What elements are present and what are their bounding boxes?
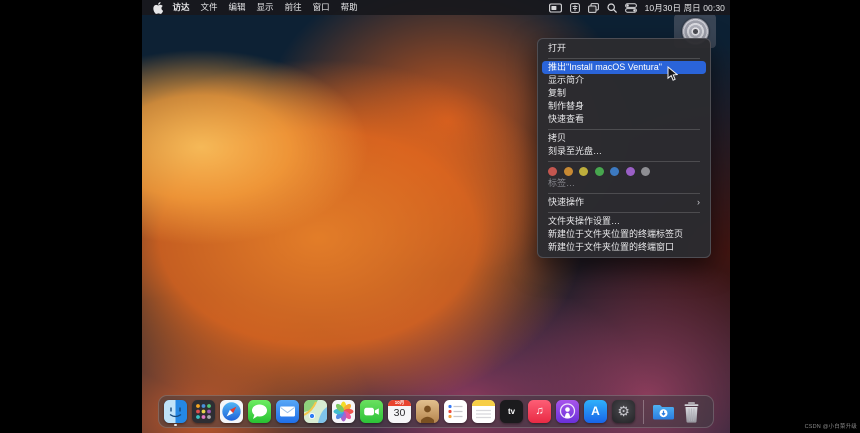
dock-icon-photos[interactable] [332,400,355,423]
menu-item-make-alias[interactable]: 制作替身 [538,100,710,113]
tag-yellow[interactable] [579,167,588,176]
calendar-day-label: 30 [388,406,411,420]
menu-item-open[interactable]: 打开 [538,42,710,55]
dock-icon-finder[interactable] [164,400,187,423]
menu-separator [548,58,700,59]
menu-item-eject[interactable]: 推出"Install macOS Ventura" [542,61,706,74]
dock-icon-downloads-folder[interactable] [652,400,675,423]
dock-icon-launchpad[interactable] [192,400,215,423]
dock-icon-calendar[interactable]: 10月 30 [388,400,411,423]
watermark: CSDN @小白菜升级 [805,422,857,430]
menu-item-quick-actions[interactable]: 快速操作 › [538,196,710,209]
dock-icon-app-store[interactable]: A [584,400,607,423]
tag-gray[interactable] [641,167,650,176]
menubar-clock[interactable]: 10月30日 周日 00:30 [645,2,725,14]
dock-icon-music[interactable]: ♫ [528,400,551,423]
menu-bar: 访达 文件 编辑 显示 前往 窗口 帮助 10月30日 周日 00:30 [142,0,730,15]
dock-icon-podcasts[interactable] [556,400,579,423]
quick-actions-label: 快速操作 [548,196,584,209]
spotlight-search-icon[interactable] [607,3,617,13]
dock-separator [643,400,644,424]
apple-logo-icon [153,2,163,14]
stage-manager-icon[interactable] [588,3,599,13]
dock-icon-reminders[interactable] [444,400,467,423]
menubar-item-edit[interactable]: 编辑 [223,0,251,15]
menu-separator [548,129,700,130]
menu-item-tags: 标签… [538,177,710,190]
dock-icon-safari[interactable] [220,400,243,423]
tag-red[interactable] [548,167,557,176]
desktop[interactable]: 访达 文件 编辑 显示 前往 窗口 帮助 10月30日 周日 00:30 [142,0,730,433]
finder-running-indicator [174,424,177,427]
context-menu: 打开 推出"Install macOS Ventura" 显示简介 复制 制作替… [537,38,711,258]
menubar-item-finder[interactable]: 访达 [167,0,195,15]
menubar-item-file[interactable]: 文件 [195,0,223,15]
mouse-cursor [667,66,678,87]
dock-icon-tv[interactable]: tv [500,400,523,423]
dock-icon-notes[interactable] [472,400,495,423]
tag-purple[interactable] [626,167,635,176]
control-center-icon[interactable] [625,3,637,13]
menu-separator [548,193,700,194]
menu-item-new-terminal-tab[interactable]: 新建位于文件夹位置的终端标签页 [538,228,710,241]
dock-icon-mail[interactable] [276,400,299,423]
screen-mirroring-icon[interactable] [549,3,562,13]
dock-icon-trash[interactable] [680,400,703,423]
tag-orange[interactable] [564,167,573,176]
menu-item-copy[interactable]: 拷贝 [538,132,710,145]
menubar-status-area: 10月30日 周日 00:30 [549,2,725,14]
input-source-icon[interactable] [570,3,580,13]
menu-item-get-info[interactable]: 显示简介 [538,74,710,87]
menu-item-new-terminal-window[interactable]: 新建位于文件夹位置的终端窗口 [538,241,710,254]
menubar-item-window[interactable]: 窗口 [307,0,335,15]
apple-menu[interactable] [149,2,167,14]
dock: 10月 30 tv ♫ A ⚙ [158,395,714,428]
tag-color-row [538,164,710,177]
menu-item-duplicate[interactable]: 复制 [538,87,710,100]
dock-icon-maps[interactable] [304,400,327,423]
dock-icon-facetime[interactable] [360,400,383,423]
menubar-item-help[interactable]: 帮助 [335,0,363,15]
dock-icon-contacts[interactable] [416,400,439,423]
menu-separator [548,161,700,162]
menubar-item-go[interactable]: 前往 [279,0,307,15]
menu-item-quick-look[interactable]: 快速查看 [538,113,710,126]
tag-blue[interactable] [610,167,619,176]
submenu-chevron-icon: › [697,196,700,209]
menu-separator [548,212,700,213]
dock-icon-system-settings[interactable]: ⚙ [612,400,635,423]
dock-icon-messages[interactable] [248,400,271,423]
menubar-item-view[interactable]: 显示 [251,0,279,15]
menu-item-folder-actions-setup[interactable]: 文件夹操作设置… [538,215,710,228]
menu-item-burn-to-disc[interactable]: 刻录至光盘… [538,145,710,158]
tag-green[interactable] [595,167,604,176]
